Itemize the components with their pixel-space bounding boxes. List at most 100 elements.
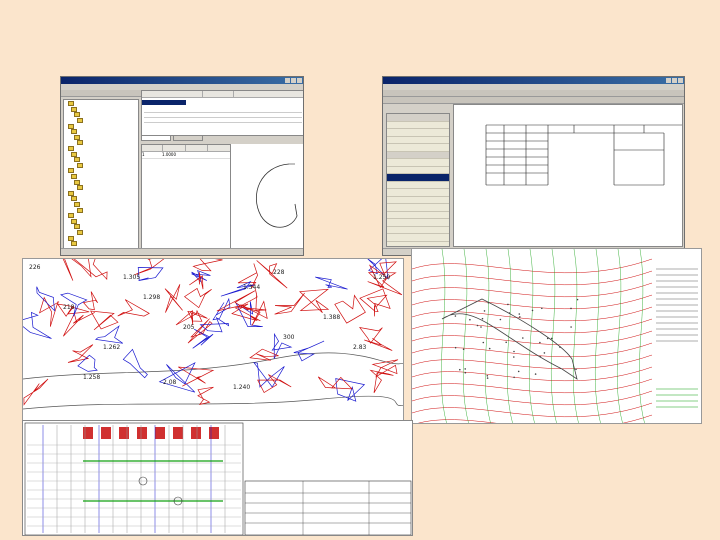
maximize-icon[interactable] bbox=[291, 78, 296, 83]
table-designer-toolbar-2 bbox=[383, 97, 684, 104]
map-label: 2.08 bbox=[163, 379, 177, 386]
property-row[interactable] bbox=[387, 212, 449, 219]
folder-icon bbox=[77, 229, 83, 235]
props-row[interactable] bbox=[144, 117, 302, 118]
folder-icon bbox=[68, 213, 74, 219]
parcel-boundary bbox=[158, 361, 196, 393]
map-label: 228 bbox=[273, 269, 285, 276]
grid-line bbox=[550, 249, 557, 423]
property-row[interactable] bbox=[387, 174, 449, 182]
tab-1[interactable] bbox=[141, 135, 171, 141]
folder-icon bbox=[71, 129, 77, 135]
property-row[interactable] bbox=[387, 151, 449, 159]
folder-icon bbox=[68, 235, 74, 241]
survey-point bbox=[476, 324, 479, 327]
map-label: 1.250 bbox=[373, 274, 390, 281]
properties-grid[interactable] bbox=[141, 90, 303, 136]
tab-2[interactable] bbox=[173, 135, 203, 141]
survey-point bbox=[454, 346, 457, 349]
contour-line bbox=[418, 414, 653, 423]
table-row[interactable]: 1 1.0000 bbox=[142, 152, 230, 159]
minimize-icon[interactable] bbox=[666, 78, 671, 83]
survey-point bbox=[513, 350, 515, 353]
map-label: 1.388 bbox=[323, 314, 340, 321]
profile-frame bbox=[24, 422, 244, 535]
property-row[interactable] bbox=[387, 182, 449, 189]
survey-point bbox=[546, 337, 549, 340]
property-row[interactable] bbox=[387, 159, 449, 167]
folder-icon bbox=[71, 106, 77, 112]
minimize-icon[interactable] bbox=[285, 78, 290, 83]
survey-point bbox=[469, 318, 471, 321]
survey-point bbox=[486, 377, 489, 379]
parcel-boundary bbox=[183, 287, 212, 309]
folder-icon bbox=[71, 174, 77, 180]
tree-item[interactable] bbox=[71, 241, 138, 247]
tree-pane[interactable] bbox=[63, 99, 139, 251]
parcel-boundary bbox=[192, 259, 223, 272]
survey-point bbox=[462, 348, 465, 351]
property-row[interactable] bbox=[387, 122, 449, 129]
map-label: 226 bbox=[29, 264, 41, 271]
property-row[interactable] bbox=[387, 129, 449, 137]
folder-icon bbox=[71, 218, 77, 224]
contour-line bbox=[412, 402, 653, 418]
survey-point bbox=[488, 347, 491, 350]
survey-point bbox=[487, 301, 490, 304]
survey-point bbox=[531, 309, 534, 312]
survey-point bbox=[541, 307, 543, 310]
contour-line bbox=[412, 342, 653, 358]
survey-point bbox=[519, 316, 521, 318]
props-row[interactable] bbox=[144, 112, 302, 113]
grid-line bbox=[616, 249, 623, 423]
property-row[interactable] bbox=[387, 137, 449, 144]
property-panel[interactable] bbox=[386, 113, 450, 249]
parcel-boundary bbox=[122, 348, 148, 379]
map-label: 218 bbox=[63, 304, 75, 311]
property-row[interactable] bbox=[387, 219, 449, 227]
survey-point bbox=[459, 368, 461, 371]
property-row[interactable] bbox=[387, 189, 449, 197]
table-frame bbox=[485, 124, 682, 186]
contour-line bbox=[412, 354, 653, 370]
close-icon[interactable] bbox=[297, 78, 302, 83]
survey-point bbox=[559, 346, 561, 348]
contour-line bbox=[412, 270, 653, 286]
table-canvas[interactable] bbox=[453, 104, 683, 247]
folder-icon bbox=[68, 190, 74, 196]
close-icon[interactable] bbox=[678, 78, 683, 83]
survey-point bbox=[480, 326, 482, 328]
parcel-boundary bbox=[298, 288, 330, 314]
map-label: 205 bbox=[183, 324, 195, 331]
table-header-2 bbox=[163, 145, 186, 151]
survey-point bbox=[576, 298, 579, 301]
folder-icon bbox=[77, 207, 83, 213]
property-row[interactable] bbox=[387, 234, 449, 242]
property-row[interactable] bbox=[387, 114, 449, 122]
map-label: 1.262 bbox=[103, 344, 120, 351]
row-number: 1 bbox=[142, 152, 145, 157]
shape-preview bbox=[231, 144, 303, 249]
survey-point bbox=[513, 356, 515, 358]
parcel-boundary bbox=[62, 259, 92, 281]
folder-icon bbox=[68, 101, 74, 107]
map-label: 1.305 bbox=[123, 274, 140, 281]
props-row[interactable] bbox=[144, 122, 302, 123]
folder-icon bbox=[68, 123, 74, 129]
folder-icon bbox=[77, 140, 83, 146]
folder-icon bbox=[68, 168, 74, 174]
parcel-boundary bbox=[137, 267, 164, 282]
maximize-icon[interactable] bbox=[672, 78, 677, 83]
folder-icon bbox=[74, 157, 80, 163]
property-row[interactable] bbox=[387, 167, 449, 174]
coordinates-table[interactable]: 1 1.0000 bbox=[141, 144, 231, 251]
property-row[interactable] bbox=[387, 197, 449, 204]
property-row[interactable] bbox=[387, 204, 449, 212]
grid-line bbox=[572, 249, 579, 423]
map-label: 1.298 bbox=[143, 294, 160, 301]
contour-line bbox=[412, 294, 653, 310]
road-line bbox=[23, 352, 403, 380]
property-row[interactable] bbox=[387, 227, 449, 234]
parcel-boundary bbox=[77, 354, 98, 372]
property-row[interactable] bbox=[387, 144, 449, 152]
